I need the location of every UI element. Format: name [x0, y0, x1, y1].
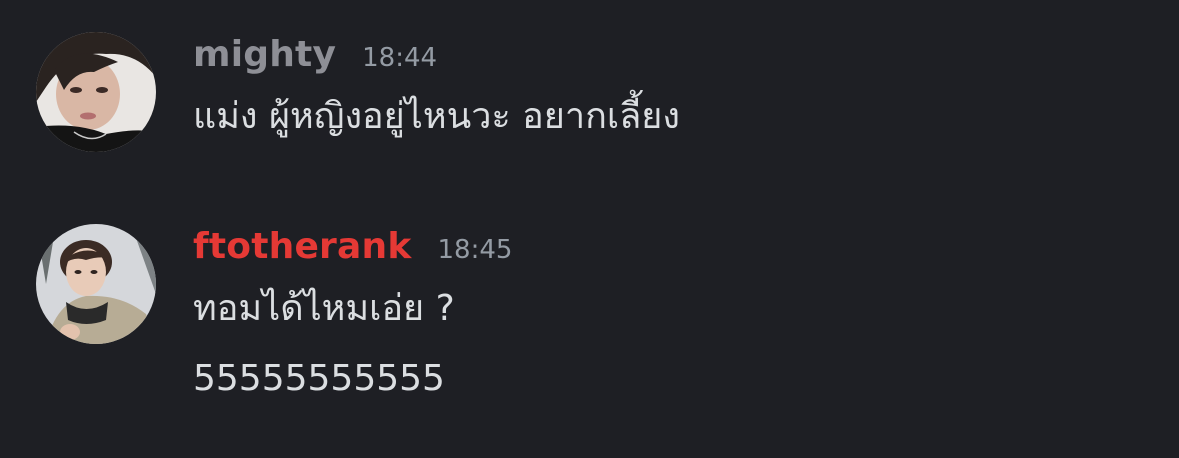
- message-text: 55555555555: [193, 358, 445, 399]
- chat-messages: mighty 18:44 แม่ง ผู้หญิงอยู่ไหนวะ อยากเ…: [0, 0, 1179, 458]
- timestamp: 18:45: [437, 235, 513, 265]
- avatar[interactable]: [36, 32, 156, 152]
- avatar-photo: [36, 32, 156, 152]
- message-header: mighty 18:44: [193, 32, 1159, 78]
- avatar-photo: [36, 224, 156, 344]
- message-text: แม่ง ผู้หญิงอยู่ไหนวะ อยากเลี้ยง: [193, 96, 680, 137]
- username[interactable]: mighty: [193, 32, 336, 78]
- avatar[interactable]: [36, 224, 156, 344]
- message-header: ftotherank 18:45: [193, 224, 1159, 270]
- username[interactable]: ftotherank: [193, 224, 411, 270]
- message-text: ทอมได้ไหมเอ่ย ?: [193, 288, 455, 329]
- timestamp: 18:44: [362, 43, 438, 73]
